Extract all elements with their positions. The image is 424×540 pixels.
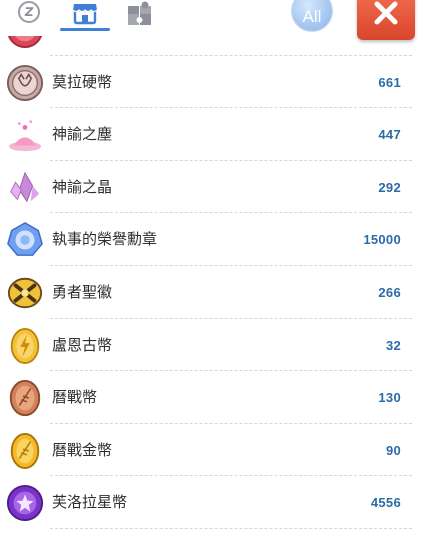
rune-coin-icon	[10, 327, 40, 364]
purple-star-coin-icon	[6, 485, 44, 522]
currency-count: 266	[378, 284, 401, 300]
list-item: 執事的榮譽勳章 15000	[0, 213, 424, 266]
list-item: 芙洛拉星幣 4556	[0, 476, 424, 529]
currency-count: 130	[378, 390, 401, 406]
currency-count: 4556	[370, 495, 401, 511]
list-item: 莫拉硬幣 661	[0, 56, 424, 109]
shop-icon[interactable]	[71, 0, 99, 26]
bronze-coin-icon	[9, 380, 41, 417]
currency-count: 15000	[363, 232, 401, 248]
blue-medal-icon	[7, 222, 43, 257]
puzzle-icon[interactable]	[126, 0, 154, 26]
currency-name: 曆戰幣	[52, 388, 98, 407]
selected-tab-indicator	[60, 28, 110, 31]
list-item: 神諭之塵 447	[0, 108, 424, 161]
currency-name: 莫拉硬幣	[52, 72, 113, 91]
currency-count: 90	[385, 442, 401, 458]
currency-count: 447	[378, 127, 401, 143]
gold-coin-icon	[10, 432, 40, 469]
currency-name: 勇者聖徽	[52, 282, 113, 301]
currency-list: 樂園幣 18207 莫拉硬幣 661 神諭之塵 447	[0, 11, 424, 529]
currency-name: 盧恩古幣	[52, 335, 113, 354]
row-divider	[50, 527, 412, 529]
list-item: 盧恩古幣 32	[0, 319, 424, 372]
currency-name: 神諭之晶	[52, 177, 113, 196]
currency-name: 執事的榮譽勳章	[52, 230, 158, 249]
hero-emblem-icon	[7, 277, 43, 309]
currency-count: 292	[378, 179, 401, 195]
currency-name: 芙洛拉星幣	[52, 493, 128, 512]
list-item: 勇者聖徽 266	[0, 266, 424, 319]
currency-count: 661	[378, 74, 401, 90]
currency-count: 32	[385, 337, 401, 353]
list-item: 神諭之晶 292	[0, 161, 424, 214]
all-button[interactable]: All	[291, 0, 333, 32]
list-item: 曆戰金幣 90	[0, 424, 424, 477]
z-circle-icon[interactable]: Z	[18, 1, 40, 23]
close-icon	[374, 1, 398, 25]
close-button[interactable]	[357, 0, 415, 40]
list-item: 曆戰幣 130	[0, 371, 424, 424]
top-tab-bar: Z All	[0, 0, 424, 40]
currency-name: 神諭之塵	[52, 125, 113, 144]
pink-crystal-icon	[10, 171, 40, 203]
pink-dust-icon	[8, 120, 42, 152]
mora-coin-icon	[6, 64, 44, 101]
currency-name: 曆戰金幣	[52, 440, 113, 459]
